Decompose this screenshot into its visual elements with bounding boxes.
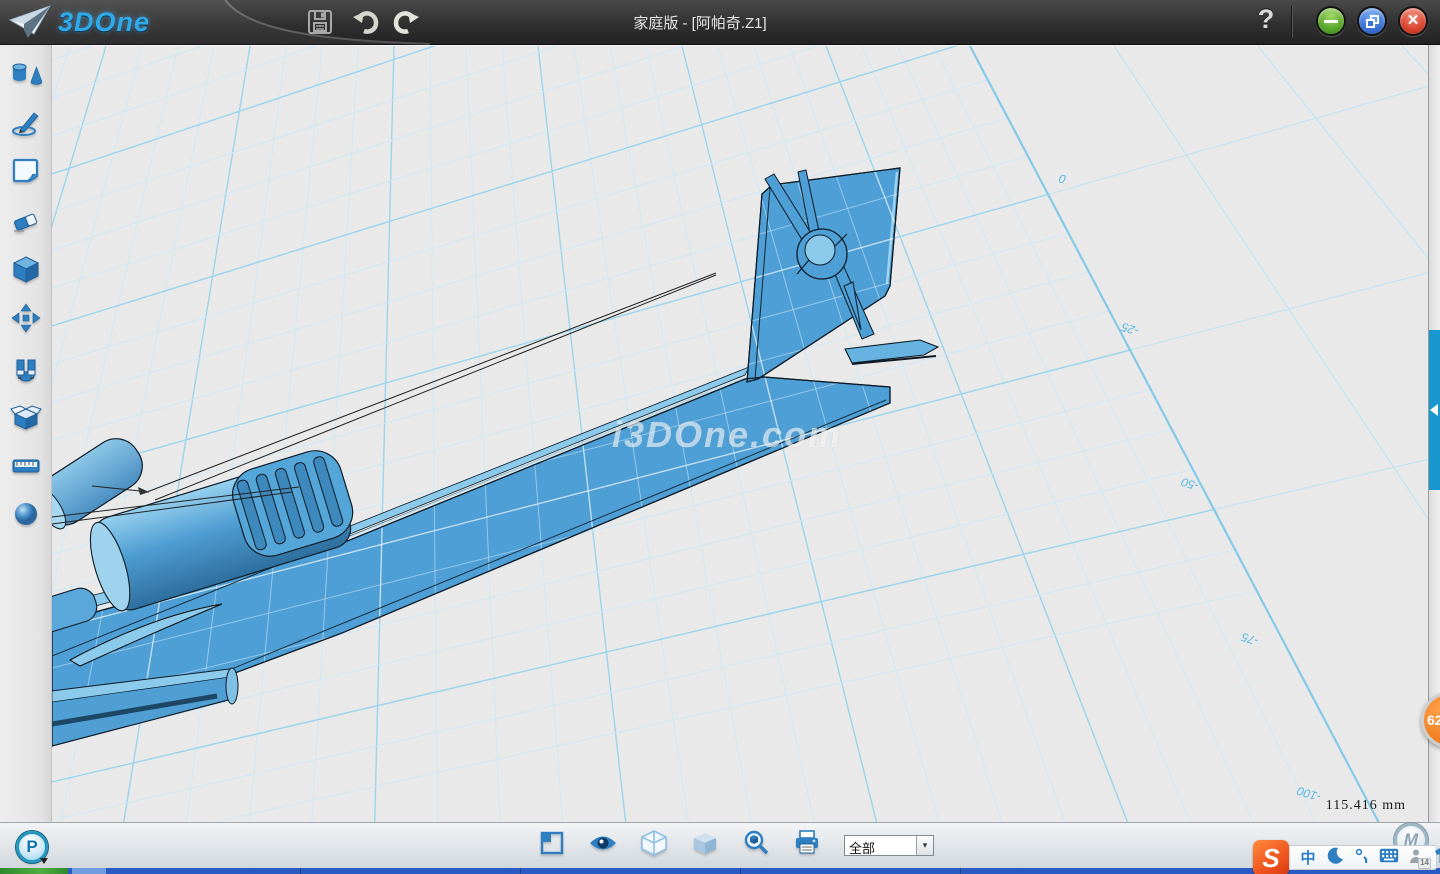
printer-icon	[793, 830, 821, 861]
solid-edit-tool[interactable]	[7, 253, 45, 289]
fullhalf-moon-button[interactable]	[1326, 849, 1344, 867]
assembly-magnet-tool[interactable]	[7, 351, 45, 387]
undo-button[interactable]	[348, 6, 382, 38]
sphere-icon	[10, 499, 42, 534]
shaded-cube-icon	[691, 829, 719, 862]
moon-icon	[1326, 847, 1344, 869]
eraser-icon	[10, 205, 42, 240]
display-filter-dropdown[interactable]: 全部 ▾	[844, 835, 934, 856]
measure-icon	[10, 450, 42, 485]
view-plane-icon	[539, 830, 565, 861]
view-toolbar: 全部 ▾	[538, 831, 934, 859]
zoom-view-button[interactable]	[742, 831, 770, 859]
punctuation-button[interactable]	[1353, 849, 1371, 867]
sketch-plane-tool[interactable]	[7, 155, 45, 191]
magnet-icon	[10, 352, 42, 387]
app-logo: 3DOne	[8, 4, 150, 40]
filter-value: 全部	[845, 836, 916, 855]
dropdown-arrow-button[interactable]: ▾	[916, 836, 933, 855]
minimize-icon	[1324, 20, 1338, 23]
help-button[interactable]: ?	[1248, 4, 1284, 40]
print-button[interactable]	[793, 831, 821, 859]
titlebar-separator	[1292, 6, 1293, 38]
move-tool[interactable]	[7, 302, 45, 338]
taskbar-item-edge[interactable]	[72, 868, 106, 874]
app-logo-text: 3DOne	[58, 7, 150, 38]
redo-button[interactable]	[390, 6, 424, 38]
combine-tool[interactable]	[7, 400, 45, 436]
viewport-canvas[interactable]: i3DOne.com 115.416 mm 0-25-50-75-100	[52, 45, 1428, 822]
chevron-left-icon	[1430, 404, 1438, 416]
ime-icons: 中 14	[1299, 849, 1440, 867]
punctuation-icon	[1353, 847, 1371, 869]
save-icon	[306, 8, 334, 36]
ime-toolbar: S 中14	[1272, 845, 1437, 870]
sogou-logo[interactable]: S	[1253, 840, 1289, 874]
combine-icon	[10, 401, 42, 436]
cube-icon	[10, 254, 42, 289]
sketch-icon	[10, 107, 42, 142]
wireframe-cube-icon	[640, 829, 668, 862]
restore-button[interactable]	[1357, 6, 1387, 36]
dimension-readout: 115.416 mm	[1326, 798, 1406, 814]
close-icon: ×	[1407, 11, 1418, 30]
tshirt-icon	[1434, 847, 1440, 868]
keyboard-icon	[1379, 848, 1399, 867]
start-button-edge[interactable]	[0, 868, 68, 874]
taskbar-edge[interactable]	[0, 868, 1440, 874]
eraser-tool[interactable]	[7, 204, 45, 240]
save-button[interactable]	[303, 6, 337, 38]
grid-boundary-line	[970, 46, 1379, 822]
user-level-button[interactable]: 14	[1407, 849, 1425, 867]
restore-icon	[1366, 15, 1379, 28]
undo-icon	[350, 8, 380, 36]
primitives-icon	[10, 58, 42, 93]
chinese-mode-button[interactable]: 中	[1299, 849, 1317, 867]
view-plane-button[interactable]	[538, 831, 566, 859]
right-panel-strip: 62	[1428, 45, 1440, 822]
shaded-display-button[interactable]	[691, 831, 719, 859]
3done-app-window: 3DOne 家庭版 - [阿帕奇.Z1] ?	[0, 0, 1440, 874]
window-title: 家庭版 - [阿帕奇.Z1]	[420, 0, 980, 45]
eye-icon	[588, 832, 618, 859]
left-toolbar	[0, 45, 52, 822]
paper-plane-icon	[8, 4, 52, 40]
title-bar: 3DOne 家庭版 - [阿帕奇.Z1] ?	[0, 0, 1440, 45]
chinese-icon: 中	[1300, 847, 1315, 868]
measure-tool[interactable]	[7, 449, 45, 485]
visibility-button[interactable]	[589, 831, 617, 859]
move-icon	[10, 303, 42, 338]
skin-button[interactable]	[1434, 849, 1440, 867]
material-tool[interactable]	[7, 498, 45, 534]
sketch-tool[interactable]	[7, 106, 45, 142]
zoom-icon	[742, 829, 770, 862]
redo-icon	[392, 8, 422, 36]
plane-icon	[10, 156, 42, 191]
minimize-button[interactable]	[1316, 6, 1346, 36]
wireframe-display-button[interactable]	[640, 831, 668, 859]
3d-scene[interactable]	[52, 46, 1428, 822]
status-bar: P 全部 ▾ M S 中14	[0, 822, 1440, 868]
soft-keyboard-button[interactable]	[1380, 849, 1398, 867]
panel-expand-handle[interactable]	[1429, 330, 1440, 490]
user-count-badge: 14	[1418, 858, 1431, 869]
profile-caret-icon[interactable]	[40, 858, 48, 864]
primitives-tool[interactable]	[7, 57, 45, 93]
close-button[interactable]: ×	[1398, 6, 1428, 36]
chevron-down-icon: ▾	[923, 840, 928, 851]
